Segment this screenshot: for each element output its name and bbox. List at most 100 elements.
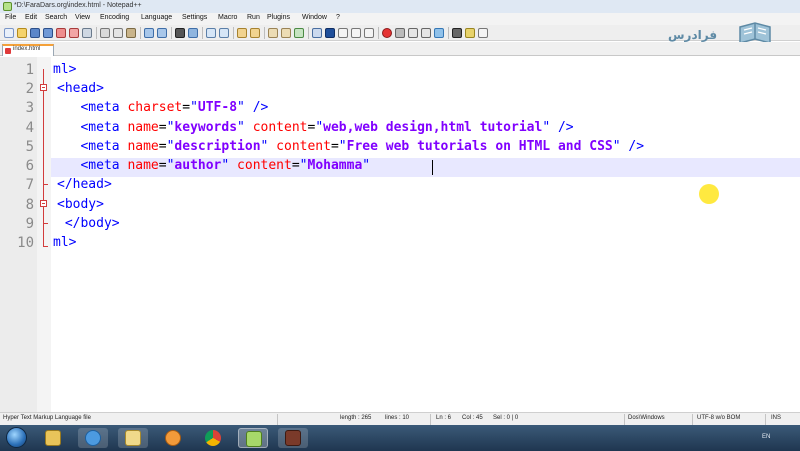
word-wrap-icon[interactable] [268,28,278,38]
replace-icon[interactable] [188,28,198,38]
taskbar-notepad-button[interactable] [238,428,268,448]
toolbar-separator [202,27,203,39]
taskbar-files-button[interactable] [118,428,148,448]
file-manager-icon [125,430,141,446]
taskbar: EN [0,425,800,451]
editor-area[interactable]: 1 2 3 4 5 6 7 8 9 10 ml> <head> <meta ch… [0,57,800,412]
code-line-7: </head> [57,177,112,192]
menu-plugins[interactable]: Plugins [267,14,290,21]
save-all-icon[interactable] [43,28,53,38]
status-insert-mode: INS [771,415,782,421]
copy-icon[interactable] [113,28,123,38]
menu-search[interactable]: Search [45,14,67,21]
plugin-icon[interactable] [452,28,462,38]
menu-encoding[interactable]: Encoding [100,14,129,21]
status-divider [765,414,766,425]
show-all-chars-icon[interactable] [281,28,291,38]
new-file-icon[interactable] [4,28,14,38]
menu-run[interactable]: Run [247,14,260,21]
code-line-4: <meta name="keywords" content="web,web d… [80,120,574,135]
folder-workspace-icon[interactable] [351,28,361,38]
sync-horizontal-icon[interactable] [250,28,260,38]
close-icon[interactable] [56,28,66,38]
tab-label: index.html [13,46,41,52]
line-number: 1 [25,62,34,78]
save-icon[interactable] [30,28,40,38]
cut-icon[interactable] [100,28,110,38]
status-lines: lines : 10 [385,415,410,421]
menu-help[interactable]: ? [336,14,340,21]
toolbar-separator [378,27,379,39]
sync-vertical-icon[interactable] [237,28,247,38]
tab-index-html[interactable]: index.html [2,44,54,56]
window-title: *D:\FaraDars.org\index.html - Notepad++ [14,2,142,9]
taskbar-ie-button[interactable] [78,428,108,448]
plugin-icon-3[interactable] [478,28,488,38]
close-all-icon[interactable] [69,28,79,38]
logo-text: فرادرس [668,28,718,42]
code-line-2: <head> [57,81,104,96]
open-file-icon[interactable] [17,28,27,38]
status-divider [277,414,278,425]
status-file-type: Hyper Text Markup Language file [3,415,91,421]
folder-icon [45,430,61,446]
save-macro-icon[interactable] [434,28,444,38]
status-encoding: UTF-8 w/o BOM [697,415,741,421]
line-number: 2 [25,81,34,97]
play-macro-icon[interactable] [408,28,418,38]
menu-window[interactable]: Window [302,14,327,21]
line-number: 8 [25,197,34,213]
mouse-cursor-highlight [699,184,719,204]
doc-map-icon[interactable] [325,28,335,38]
stop-macro-icon[interactable] [395,28,405,38]
taskbar-other-button[interactable] [278,428,308,448]
language-indicator[interactable]: EN [762,434,770,440]
toolbar-separator [233,27,234,39]
status-length: length : 265 [340,415,372,421]
udl-icon[interactable] [312,28,322,38]
status-bar: Hyper Text Markup Language file length :… [0,412,800,425]
text-caret [432,160,433,175]
zoom-out-icon[interactable] [219,28,229,38]
run-macro-multiple-icon[interactable] [421,28,431,38]
menu-file[interactable]: File [5,14,16,21]
indent-guide-icon[interactable] [294,28,304,38]
line-number: 6 [25,158,34,174]
chrome-icon [205,430,221,446]
print-icon[interactable] [82,28,92,38]
undo-icon[interactable] [144,28,154,38]
code-line-3: <meta charset="UTF-8" /> [80,100,269,115]
function-list-icon[interactable] [338,28,348,38]
taskbar-media-button[interactable] [158,428,188,448]
start-button-icon[interactable] [6,427,27,448]
code-line-8: <body> [57,197,104,212]
menu-edit[interactable]: Edit [25,14,37,21]
plugin-icon-2[interactable] [465,28,475,38]
fold-end-marker [43,223,48,224]
status-sel: Sel : 0 | 0 [493,415,519,421]
fold-toggle-icon[interactable] [40,200,47,207]
paste-icon[interactable] [126,28,136,38]
line-number-gutter: 1 2 3 4 5 6 7 8 9 10 [0,57,37,412]
record-macro-icon[interactable] [382,28,392,38]
taskbar-explorer-button[interactable] [38,428,68,448]
status-eol: Dos\Windows [628,415,665,421]
fold-line [43,69,44,247]
find-icon[interactable] [175,28,185,38]
menu-macro[interactable]: Macro [218,14,237,21]
fold-end-marker [43,184,48,185]
menu-view[interactable]: View [75,14,90,21]
monitoring-icon[interactable] [364,28,374,38]
taskbar-chrome-button[interactable] [198,428,228,448]
modified-file-icon [5,48,11,54]
code-line-1: ml> [53,62,77,77]
status-divider [430,414,431,425]
redo-icon[interactable] [157,28,167,38]
title-bar: *D:\FaraDars.org\index.html - Notepad++ [0,0,800,13]
notepad-plus-plus-icon [3,2,12,11]
menu-language[interactable]: Language [141,14,172,21]
fold-toggle-icon[interactable] [40,84,47,91]
zoom-in-icon[interactable] [206,28,216,38]
line-number: 7 [25,177,34,193]
menu-settings[interactable]: Settings [182,14,207,21]
